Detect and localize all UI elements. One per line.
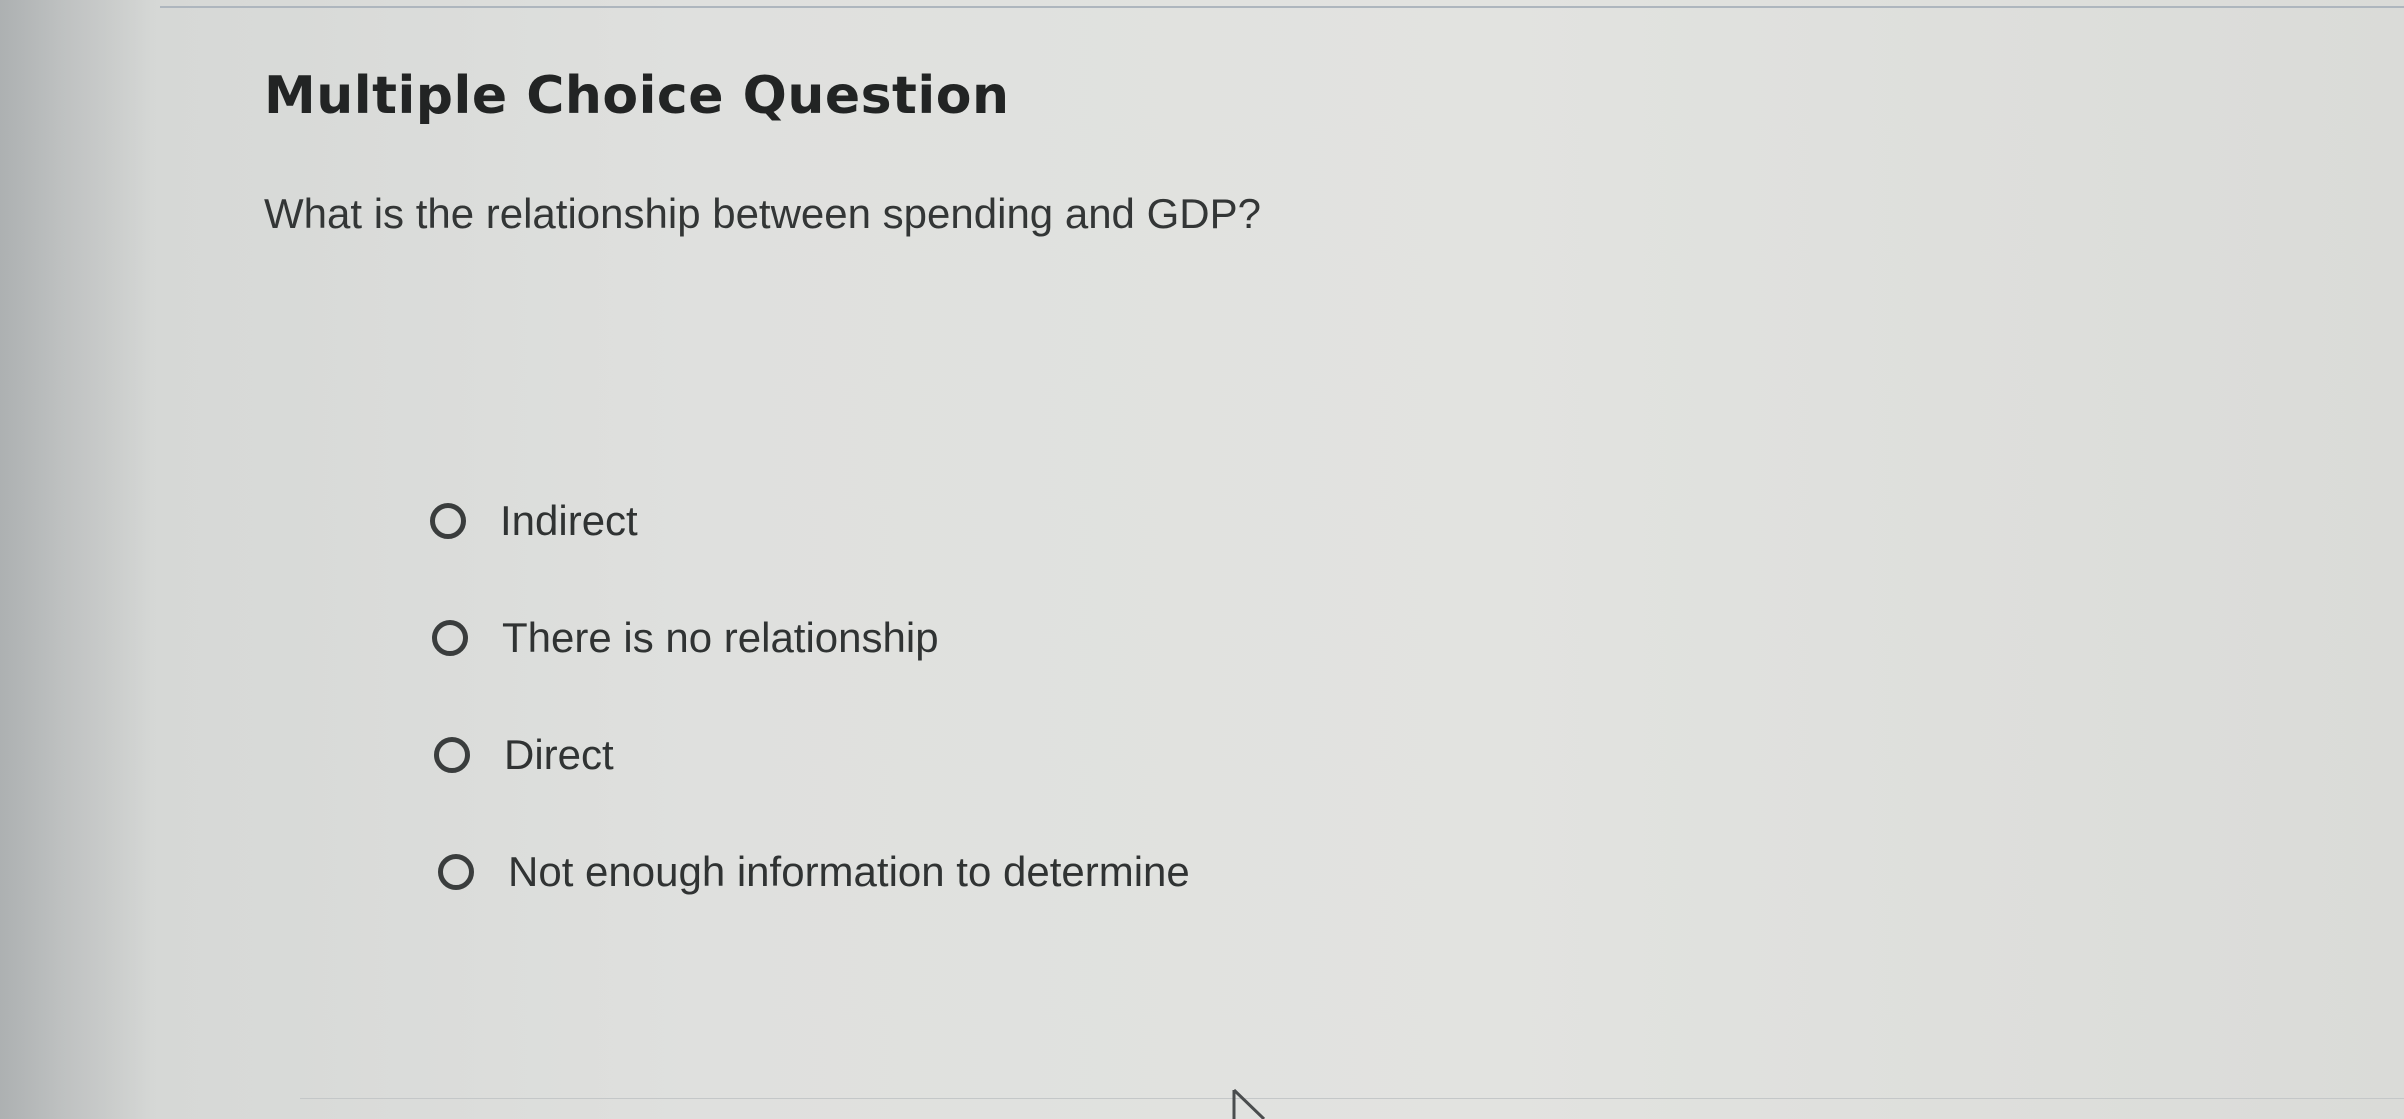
question-type-title: Multiple Choice Question <box>264 66 1010 126</box>
option-direct[interactable]: Direct <box>434 724 2030 786</box>
option-no-relationship[interactable]: There is no relationship <box>432 607 2030 669</box>
answer-options: Indirect There is no relationship Direct… <box>430 490 2030 958</box>
left-shadow <box>0 0 160 1119</box>
pointer-cursor-icon <box>1232 1088 1266 1119</box>
option-label[interactable]: Not enough information to determine <box>508 842 1190 902</box>
radio-unselected-icon[interactable] <box>432 620 468 656</box>
option-label[interactable]: There is no relationship <box>502 608 939 668</box>
question-panel: Multiple Choice Question What is the rel… <box>264 60 2264 244</box>
option-not-enough-information[interactable]: Not enough information to determine <box>438 841 2030 903</box>
question-prompt: What is the relationship between spendin… <box>264 190 1261 237</box>
option-indirect[interactable]: Indirect <box>430 490 2030 552</box>
bottom-divider <box>300 1098 2404 1099</box>
radio-unselected-icon[interactable] <box>434 737 470 773</box>
radio-unselected-icon[interactable] <box>430 503 466 539</box>
top-divider <box>160 6 2404 8</box>
radio-unselected-icon[interactable] <box>438 854 474 890</box>
option-label[interactable]: Direct <box>504 725 614 785</box>
option-label[interactable]: Indirect <box>500 491 638 551</box>
